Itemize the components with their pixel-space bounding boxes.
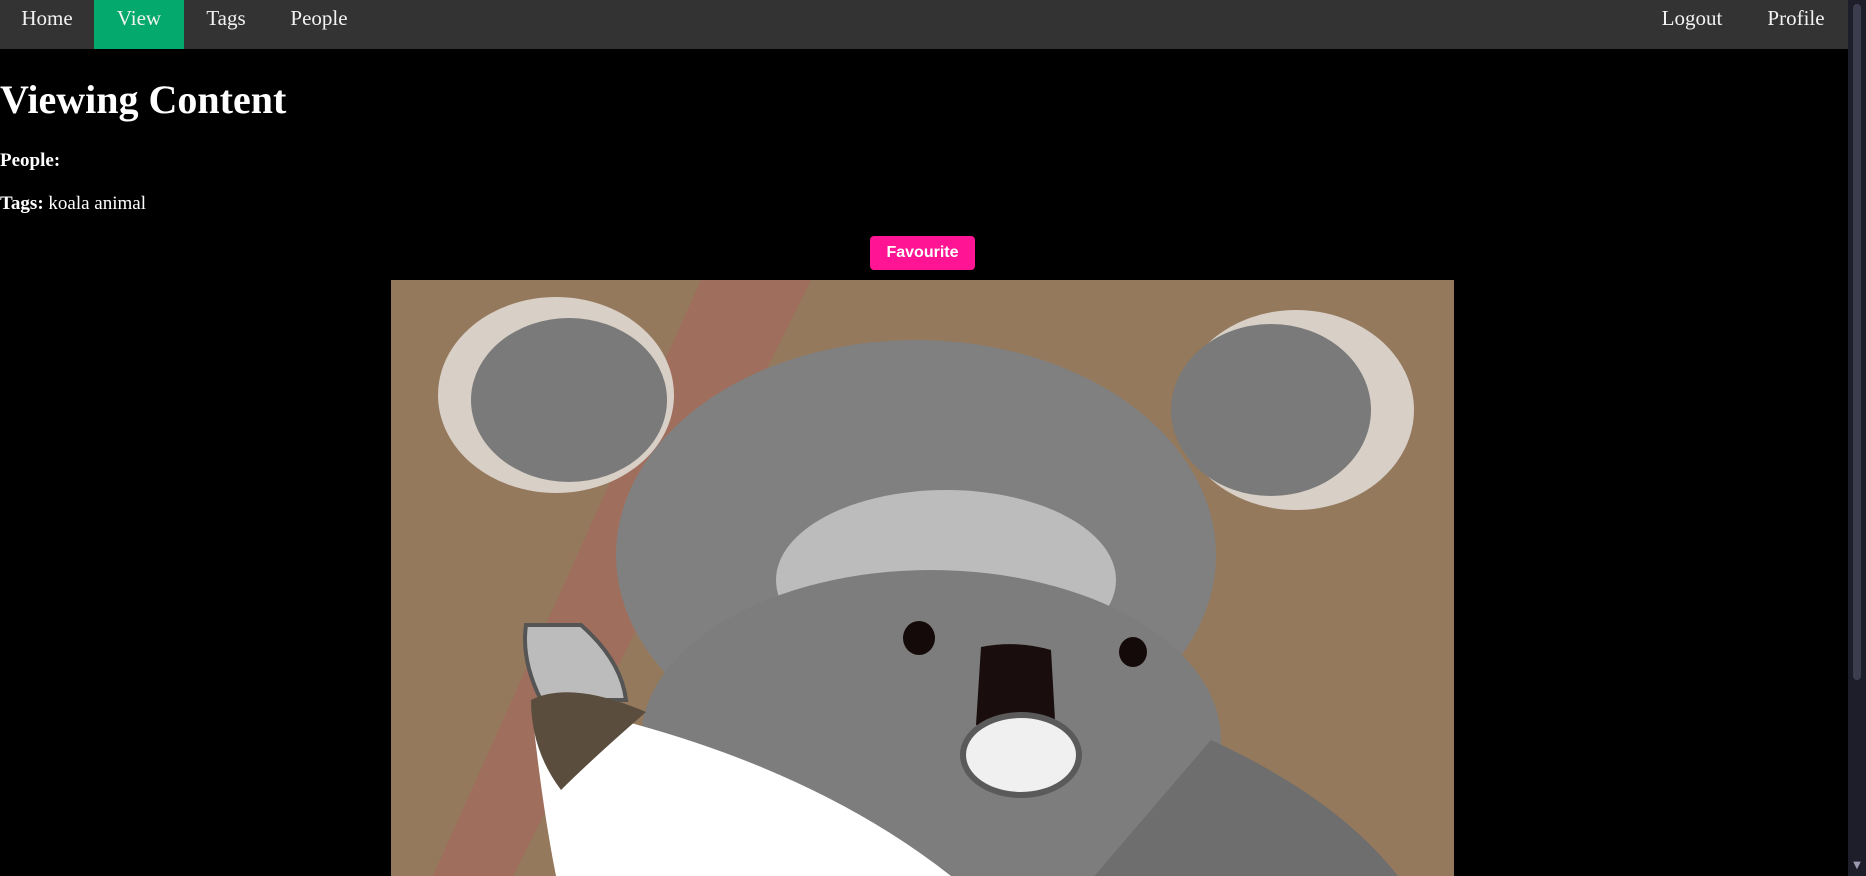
people-label: People: — [0, 150, 61, 171]
nav-people-link[interactable]: People — [268, 0, 370, 49]
content-image — [391, 280, 1454, 876]
favourite-button[interactable]: Favourite — [870, 236, 975, 270]
chevron-down-icon[interactable]: ▼ — [1852, 860, 1862, 872]
vertical-scrollbar[interactable]: ▼ — [1848, 0, 1866, 876]
top-navigation-bar: Home View Tags People Logout Profile — [0, 0, 1848, 49]
nav-profile-link[interactable]: Profile — [1744, 0, 1848, 49]
nav-tags-link[interactable]: Tags — [184, 0, 268, 49]
people-line: People: — [0, 149, 60, 173]
nav-home-link[interactable]: Home — [0, 0, 94, 49]
koala-drawing-icon — [391, 280, 1454, 876]
nav-view-link[interactable]: View — [94, 0, 184, 49]
scrollbar-thumb[interactable] — [1853, 4, 1861, 680]
tags-value: koala animal — [48, 193, 147, 214]
tags-label: Tags: — [0, 193, 44, 214]
nav-logout-link[interactable]: Logout — [1640, 0, 1744, 49]
tags-line: Tags: koala animal — [0, 192, 146, 216]
page-title: Viewing Content — [0, 77, 287, 122]
